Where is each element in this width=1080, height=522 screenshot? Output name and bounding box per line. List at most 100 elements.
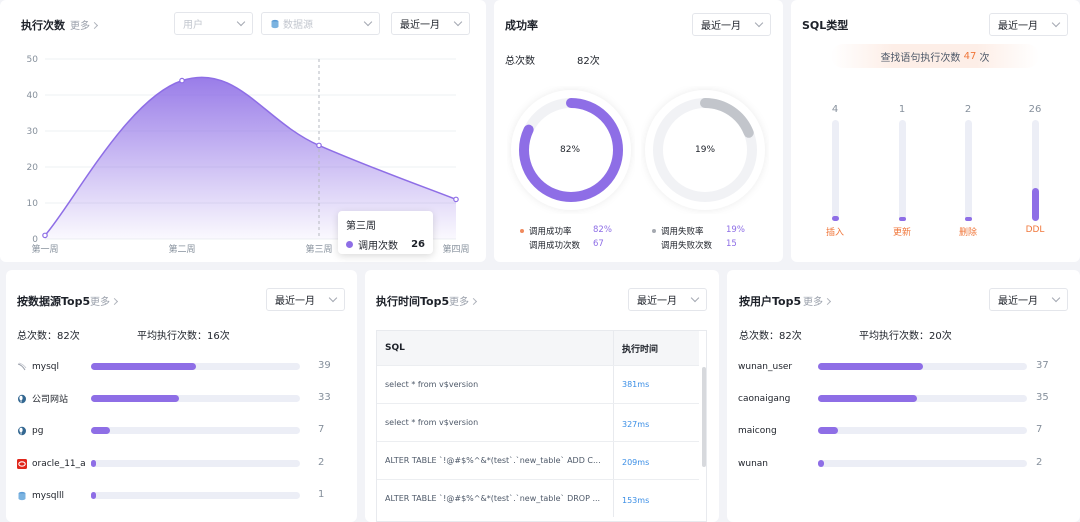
by-user-title: 按用户Top5 (739, 295, 802, 308)
legend-label: 调用成功率 (529, 227, 572, 237)
by-user-more-link[interactable]: 更多 (803, 293, 832, 308)
col-header-time: 执行时间 (613, 331, 699, 365)
list-item-label: 公司网站 (17, 392, 86, 405)
sql-type-fill (832, 215, 839, 221)
chevron-down-icon (328, 293, 338, 302)
list-item-track (818, 363, 1027, 370)
list-item-track (91, 427, 300, 434)
data-point (42, 232, 48, 239)
sql-type-track (832, 120, 839, 221)
list-item-fill (818, 427, 838, 434)
data-point (453, 196, 459, 203)
list-item-label: wunan_user (738, 360, 813, 373)
list-item-name: mysqlll (32, 490, 64, 501)
exectime-period-value: 最近一月 (637, 296, 677, 307)
data-point (316, 142, 322, 149)
chevron-right-icon (110, 297, 119, 306)
table-cell-sql[interactable]: ALTER TABLE `!@#$%^&*(test`.`new_table` … (377, 442, 613, 479)
exec-count-card: 执行次数 更多 用户 数据源 最近一月 50 40 30 20 10 0 第一周 第二周 第三… (0, 0, 486, 262)
more-label: 更多 (90, 297, 110, 308)
y-tick-label: 30 (27, 127, 39, 137)
y-tick-label: 10 (27, 199, 39, 209)
legend-success-count: 调用成功次数 (529, 241, 581, 251)
by-user-avg: 平均执行次数：20次 (859, 331, 952, 342)
legend-fail-count: 调用失败次数 (661, 241, 713, 251)
sql-type-value: 1 (898, 104, 906, 115)
exec-time-table: SQL 执行时间 select * from v$version 381ms sel… (376, 330, 707, 522)
table-cell-sql[interactable]: select * from v$version (377, 366, 613, 403)
y-tick-label: 0 (32, 235, 38, 245)
table-scrollbar[interactable] (702, 367, 706, 467)
sql-type-value: 26 (1028, 104, 1042, 115)
exectime-period-select[interactable]: 最近一月 (628, 288, 707, 311)
postgres-icon (18, 426, 26, 435)
legend-success-rate: 调用成功率 (520, 225, 572, 237)
legend-fail-rate: 调用失败率 (652, 225, 704, 237)
total-count-label: 总次数 (505, 56, 535, 67)
byuser-period-select[interactable]: 最近一月 (989, 288, 1068, 311)
list-item-name: wunan_user (738, 361, 793, 372)
table-cell-sql[interactable]: ALTER TABLE `!@#$%^&*(test`.`new_table` … (377, 480, 613, 517)
list-item-fill (818, 363, 923, 370)
exec-time-more-link[interactable]: 更多 (449, 293, 478, 308)
x-tick-label: 第二周 (168, 243, 195, 255)
list-item-value: 2 (1036, 457, 1043, 468)
success-legend: 调用成功率 82% 调用失败率 19% 调用成功次数 67 调用失败次数 15 (520, 225, 750, 253)
list-item-name: pg (32, 425, 44, 436)
list-item-track (91, 492, 300, 499)
table-cell-sql[interactable]: select * from v$version (377, 404, 613, 441)
list-item-name: oracle_11_ad... (32, 458, 86, 469)
chevron-right-icon (823, 297, 832, 306)
list-item-value: 35 (1036, 392, 1049, 403)
success-rate-title: 成功率 (505, 19, 538, 32)
list-item-value: 37 (1036, 360, 1049, 371)
success-period-select[interactable]: 最近一月 (692, 13, 771, 36)
sql-type-fill (1032, 187, 1039, 221)
list-item-fill (91, 427, 110, 434)
by-source-avg: 平均执行次数：16次 (137, 331, 230, 342)
table-cell-time[interactable]: 327ms (613, 404, 699, 441)
list-item-name: mysql (32, 361, 59, 372)
list-item-track (818, 395, 1027, 402)
database-icon (18, 491, 26, 500)
list-item-name: maicong (738, 425, 777, 436)
table-cell-time[interactable]: 381ms (613, 366, 699, 403)
sql-type-value: 4 (831, 104, 839, 115)
by-source-more-link[interactable]: 更多 (90, 293, 119, 308)
y-tick-label: 40 (27, 91, 39, 101)
tooltip-label: 调用次数 (358, 241, 398, 252)
list-item-track (91, 363, 300, 370)
sql-type-value: 2 (964, 104, 972, 115)
sql-type-fill (899, 217, 906, 221)
table-cell-time[interactable]: 153ms (613, 480, 699, 517)
exec-time-title: 执行时间Top5 (376, 295, 450, 308)
fail-pct-center: 19% (695, 145, 716, 155)
list-item-label: wunan (738, 457, 813, 470)
list-item-name: wunan (738, 458, 768, 469)
y-tick-label: 50 (27, 55, 39, 65)
by-source-title: 按数据源Top5 (17, 295, 91, 308)
table-cell-time[interactable]: 209ms (613, 442, 699, 479)
list-item-value: 7 (318, 424, 325, 435)
legend-label: 调用失败率 (661, 227, 704, 237)
sql-type-fill (965, 217, 972, 221)
bysource-period-value: 最近一月 (275, 296, 315, 307)
sql-type-bars: 4 插入 1 更新 2 删除 26 DDL (791, 0, 1080, 262)
oracle-icon (17, 458, 27, 469)
legend-dot-icon (520, 229, 524, 233)
legend-value: 19% (726, 225, 745, 235)
list-item-value: 39 (318, 360, 331, 371)
tooltip-title: 第三周 (346, 221, 376, 232)
more-label: 更多 (449, 297, 469, 308)
list-item-name: 公司网站 (32, 395, 69, 405)
list-item-value: 7 (1036, 424, 1043, 435)
bysource-period-select[interactable]: 最近一月 (266, 288, 345, 311)
total-count-value: 82次 (577, 56, 600, 67)
x-tick-label: 第四周 (442, 243, 469, 255)
tooltip-row: 调用次数 26 (346, 237, 425, 252)
by-user-card: 按用户Top5 更多 最近一月 总次数：82次 平均执行次数：20次 wunan… (727, 270, 1080, 522)
sql-type-card: SQL类型 最近一月 查找语句执行次数 47 次 4 插入 1 更新 2 删除 26 DDL (791, 0, 1080, 262)
col-header-sql: SQL (377, 331, 613, 365)
success-rate-card: 成功率 最近一月 总次数 82次 82% 19% 调用成功率 82% 调用失败率… (494, 0, 783, 262)
list-item-fill (91, 395, 180, 402)
